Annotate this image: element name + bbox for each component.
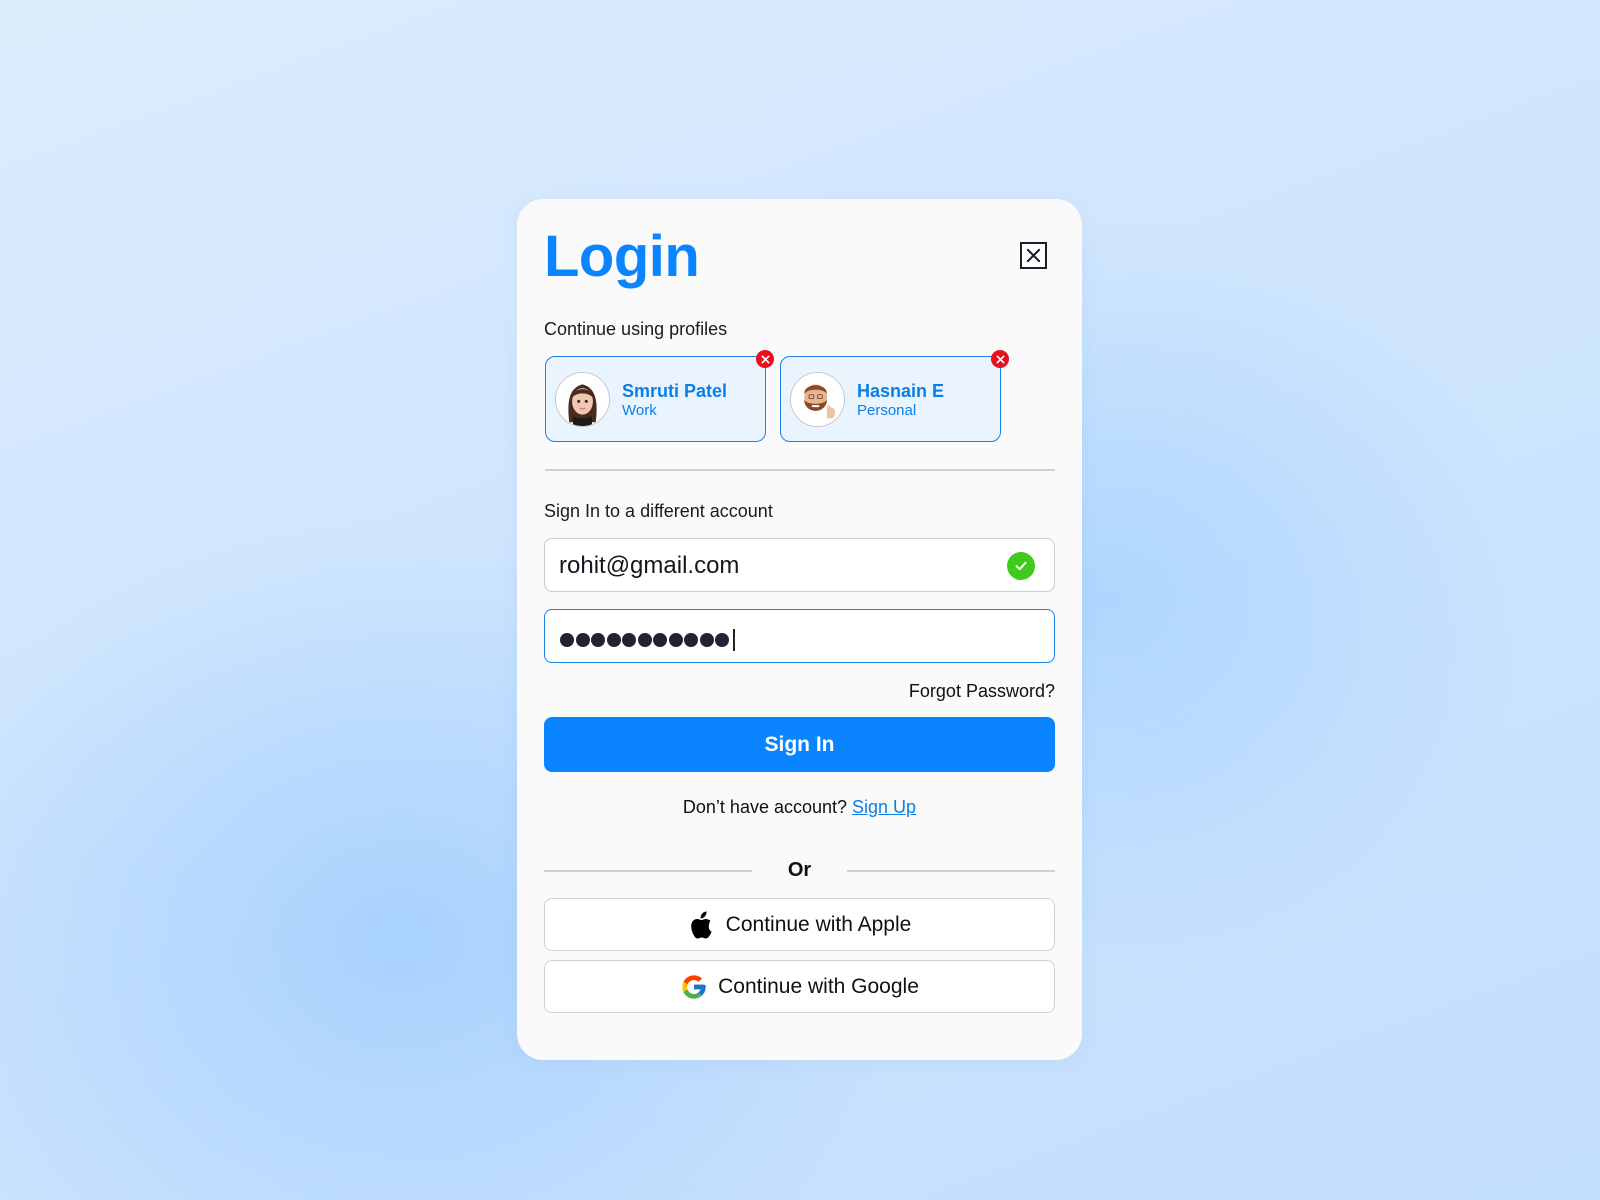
password-dot	[699, 633, 714, 647]
profile-tag: Personal	[857, 402, 917, 419]
memoji-man-thumbs-up-icon	[791, 373, 844, 426]
profile-name: Smruti Patel	[622, 381, 728, 401]
section-divider	[545, 469, 1055, 471]
apple-icon	[688, 911, 716, 939]
password-dot	[653, 633, 667, 647]
memoji-woman-icon	[556, 373, 609, 426]
sign-in-button[interactable]: Sign In	[544, 717, 1055, 772]
continue-with-apple-button[interactable]: Continue with Apple	[544, 898, 1055, 951]
password-dot	[668, 633, 683, 647]
no-account-text: Don’t have account?	[682, 797, 848, 817]
close-button[interactable]	[1020, 242, 1047, 269]
different-account-label: Sign In to a different account	[544, 501, 773, 521]
password-dot	[637, 633, 652, 647]
dialog-title: Login	[544, 224, 700, 289]
login-dialog: Login Continue using profiles Smruti Pat…	[517, 199, 1082, 1060]
google-icon	[680, 973, 708, 1001]
profile-name: Hasnain E	[857, 381, 945, 401]
profile-tag: Work	[622, 402, 657, 419]
profiles-label: Continue using profiles	[544, 319, 728, 339]
remove-x-icon	[761, 355, 769, 363]
profile-card-smruti-patel[interactable]: Smruti Patel Work	[545, 350, 774, 442]
separator-line-right	[847, 870, 1055, 872]
password-dot	[622, 633, 636, 647]
password-dot	[560, 633, 574, 647]
password-dot	[684, 633, 698, 647]
avatar	[790, 372, 845, 427]
password-dot	[575, 633, 590, 647]
google-button-label: Continue with Google	[718, 974, 919, 998]
profile-card-hasnain-e[interactable]: Hasnain E Personal	[780, 350, 1009, 442]
email-value: rohit@gmail.com	[559, 552, 740, 579]
close-icon	[1026, 248, 1041, 263]
avatar	[555, 372, 610, 427]
email-field[interactable]: rohit@gmail.com	[544, 538, 1055, 592]
password-dot	[591, 633, 605, 647]
apple-button-label: Continue with Apple	[725, 912, 912, 936]
continue-with-google-button[interactable]: Continue with Google	[544, 960, 1055, 1013]
remove-x-icon	[996, 355, 1004, 363]
password-dot	[606, 633, 621, 647]
remove-profile-button[interactable]	[756, 350, 774, 368]
signup-prompt: Don’t have account? Sign Up	[517, 797, 1082, 818]
remove-profile-button[interactable]	[991, 350, 1009, 368]
or-separator: Or	[544, 859, 1055, 883]
sign-up-link[interactable]: Sign Up	[852, 797, 916, 817]
password-dot	[715, 633, 729, 647]
password-mask	[560, 629, 735, 651]
forgot-password-link[interactable]: Forgot Password?	[909, 681, 1055, 702]
text-caret	[732, 629, 735, 651]
check-circle-icon	[1007, 552, 1035, 580]
password-field[interactable]	[544, 609, 1055, 663]
